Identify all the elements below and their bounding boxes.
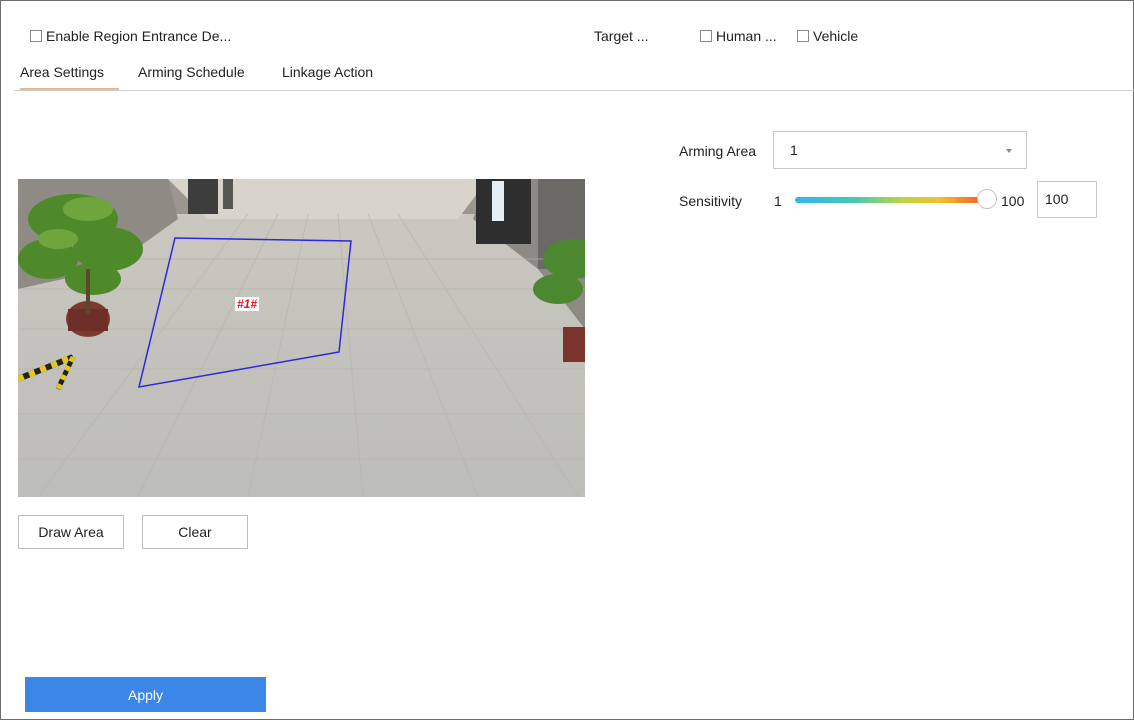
sensitivity-slider-track[interactable] <box>795 197 987 203</box>
target-label: Target ... <box>594 28 649 44</box>
tab-linkage-action[interactable]: Linkage Action <box>282 62 373 88</box>
tab-arming-schedule[interactable]: Arming Schedule <box>138 62 245 88</box>
enable-detection-checkbox[interactable] <box>30 30 42 42</box>
chevron-down-icon <box>1006 149 1012 153</box>
enable-detection-label: Enable Region Entrance De... <box>46 28 232 44</box>
tab-bar: Area Settings Arming Schedule Linkage Ac… <box>14 62 1134 91</box>
region-id-label: #1# <box>235 297 260 311</box>
sensitivity-slider-handle[interactable] <box>977 189 997 209</box>
vehicle-checkbox[interactable] <box>797 30 809 42</box>
human-checkbox[interactable] <box>700 30 712 42</box>
draw-area-button[interactable]: Draw Area <box>18 515 124 549</box>
camera-preview[interactable]: #1# <box>18 179 585 497</box>
arming-area-label: Arming Area <box>679 143 757 159</box>
clear-button[interactable]: Clear <box>142 515 248 549</box>
arming-area-select[interactable]: 1 <box>773 131 1027 169</box>
vehicle-label: Vehicle <box>813 28 859 44</box>
human-label: Human ... <box>716 28 777 44</box>
sensitivity-label: Sensitivity <box>679 193 743 209</box>
enable-detection-toggle[interactable]: Enable Region Entrance De... <box>30 28 231 44</box>
arming-area-value: 1 <box>790 142 798 158</box>
vehicle-target-toggle[interactable]: Vehicle <box>797 28 858 44</box>
human-target-toggle[interactable]: Human ... <box>700 28 777 44</box>
camera-scene <box>18 179 585 497</box>
sensitivity-max-label: 100 <box>1001 193 1025 209</box>
tab-area-settings[interactable]: Area Settings <box>20 62 119 90</box>
sensitivity-min-label: 1 <box>774 193 782 209</box>
apply-button[interactable]: Apply <box>25 677 266 712</box>
sensitivity-input[interactable]: 100 <box>1037 181 1097 218</box>
